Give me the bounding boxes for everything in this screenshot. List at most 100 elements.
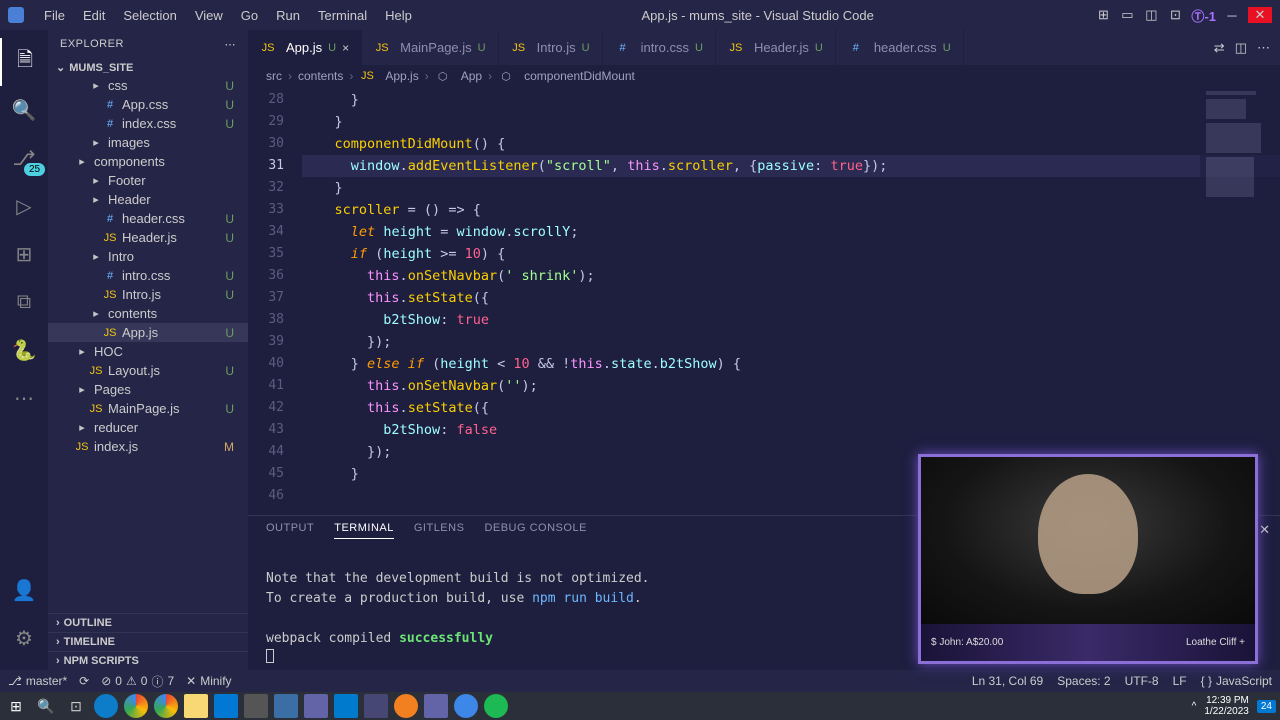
vscode-icon[interactable]: [334, 694, 358, 718]
menu-view[interactable]: View: [187, 4, 231, 27]
menu-help[interactable]: Help: [377, 4, 420, 27]
indentation[interactable]: Spaces: 2: [1057, 674, 1110, 688]
problems[interactable]: ⊘ 0 ⚠ 0 ⓘ 7: [101, 673, 174, 690]
layout-icon[interactable]: ⊡: [1167, 7, 1183, 23]
panel-close-icon[interactable]: ✕: [1259, 522, 1270, 538]
app-icon[interactable]: [274, 694, 298, 718]
twitch-icon[interactable]: Ⓣ-1: [1191, 6, 1216, 25]
menu-go[interactable]: Go: [233, 4, 266, 27]
more-icon[interactable]: ⋯: [1257, 40, 1270, 56]
notifications-icon[interactable]: 24: [1257, 700, 1276, 713]
start-icon[interactable]: ⊞: [4, 694, 28, 718]
tree-item[interactable]: ▸contents: [48, 304, 248, 323]
breadcrumb-item[interactable]: componentDidMount: [524, 69, 635, 83]
app-icon[interactable]: [244, 694, 268, 718]
section-outline[interactable]: › OUTLINE: [48, 613, 248, 632]
panel-tab-output[interactable]: OUTPUT: [266, 522, 314, 539]
more-icon[interactable]: ⋯: [0, 374, 48, 422]
tree-item[interactable]: #intro.cssU: [48, 266, 248, 285]
tree-item[interactable]: JSindex.jsM: [48, 437, 248, 456]
section-timeline[interactable]: › TIMELINE: [48, 632, 248, 651]
code-content[interactable]: } } componentDidMount() { window.addEven…: [302, 87, 1280, 515]
search-icon[interactable]: 🔍: [0, 86, 48, 134]
language-mode[interactable]: { } JavaScript: [1201, 674, 1272, 688]
breadcrumb[interactable]: src›contents›JSApp.js›⬡App›⬡componentDid…: [248, 65, 1280, 87]
source-control-icon[interactable]: ⎇25: [0, 134, 48, 182]
tree-item[interactable]: ▸reducer: [48, 418, 248, 437]
cursor-position[interactable]: Ln 31, Col 69: [972, 674, 1043, 688]
task-view-icon[interactable]: ⊡: [64, 694, 88, 718]
extensions-icon[interactable]: ⊞: [0, 230, 48, 278]
minimap[interactable]: [1200, 87, 1280, 515]
run-debug-icon[interactable]: ▷: [0, 182, 48, 230]
account-icon[interactable]: 👤: [0, 566, 48, 614]
tree-item[interactable]: JSHeader.jsU: [48, 228, 248, 247]
chrome-icon[interactable]: [124, 694, 148, 718]
minimize-icon[interactable]: ─: [1224, 7, 1240, 23]
teams-icon[interactable]: [424, 694, 448, 718]
settings-icon[interactable]: ⚙: [0, 614, 48, 662]
layout-icon[interactable]: ⊞: [1095, 7, 1111, 23]
tree-item[interactable]: JSMainPage.jsU: [48, 399, 248, 418]
menu-selection[interactable]: Selection: [115, 4, 184, 27]
tree-item[interactable]: ▸HOC: [48, 342, 248, 361]
tree-item[interactable]: ▸components: [48, 152, 248, 171]
chrome-icon[interactable]: [154, 694, 178, 718]
compare-icon[interactable]: ⇄: [1214, 40, 1225, 56]
breadcrumb-item[interactable]: src: [266, 69, 282, 83]
menu-terminal[interactable]: Terminal: [310, 4, 375, 27]
git-branch[interactable]: ⎇ master*: [8, 674, 67, 688]
tree-item[interactable]: ▸cssU: [48, 76, 248, 95]
editor-tab[interactable]: JSApp.jsU×: [248, 30, 362, 65]
tree-item[interactable]: #App.cssU: [48, 95, 248, 114]
breadcrumb-item[interactable]: App.js: [385, 69, 418, 83]
tree-item[interactable]: #index.cssU: [48, 114, 248, 133]
editor-tab[interactable]: JSMainPage.jsU: [362, 30, 499, 65]
close-icon[interactable]: ✕: [1248, 7, 1272, 23]
panel-tab-gitlens[interactable]: GITLENS: [414, 522, 465, 539]
menu-run[interactable]: Run: [268, 4, 308, 27]
app-icon[interactable]: [394, 694, 418, 718]
tree-item[interactable]: JSIntro.jsU: [48, 285, 248, 304]
remote-icon[interactable]: ⧉: [0, 278, 48, 326]
tree-item[interactable]: JSLayout.jsU: [48, 361, 248, 380]
app-icon[interactable]: [304, 694, 328, 718]
tree-item[interactable]: ▸images: [48, 133, 248, 152]
menu-edit[interactable]: Edit: [75, 4, 113, 27]
explorer-icon[interactable]: 🗎: [0, 38, 48, 86]
menu-file[interactable]: File: [36, 4, 73, 27]
tray-icon[interactable]: ^: [1192, 701, 1197, 712]
layout-icon[interactable]: ◫: [1143, 7, 1159, 23]
split-icon[interactable]: ◫: [1235, 40, 1247, 56]
code-editor[interactable]: 28293031323334353637383940414243444546 }…: [248, 87, 1280, 515]
breadcrumb-item[interactable]: contents: [298, 69, 343, 83]
editor-tab[interactable]: #header.cssU: [836, 30, 964, 65]
layout-icon[interactable]: ▭: [1119, 7, 1135, 23]
search-icon[interactable]: 🔍: [34, 694, 58, 718]
more-icon[interactable]: ⋯: [225, 38, 237, 51]
tree-item[interactable]: #header.cssU: [48, 209, 248, 228]
tree-item[interactable]: ▸Pages: [48, 380, 248, 399]
python-icon[interactable]: 🐍: [0, 326, 48, 374]
app-icon[interactable]: [454, 694, 478, 718]
close-icon[interactable]: ×: [342, 41, 349, 55]
eol[interactable]: LF: [1173, 674, 1187, 688]
editor-tab[interactable]: JSHeader.jsU: [716, 30, 836, 65]
sync-icon[interactable]: ⟳: [79, 674, 89, 688]
app-icon[interactable]: [364, 694, 388, 718]
panel-tab-terminal[interactable]: TERMINAL: [334, 522, 394, 539]
tree-item[interactable]: JSApp.jsU: [48, 323, 248, 342]
project-section[interactable]: ⌄ MUMS_SITE: [48, 59, 248, 76]
tree-item[interactable]: ▸Intro: [48, 247, 248, 266]
breadcrumb-item[interactable]: App: [461, 69, 482, 83]
editor-tab[interactable]: JSIntro.jsU: [499, 30, 603, 65]
encoding[interactable]: UTF-8: [1125, 674, 1159, 688]
section-npm-scripts[interactable]: › NPM SCRIPTS: [48, 651, 248, 670]
minify[interactable]: ✕ Minify: [186, 674, 231, 688]
editor-tab[interactable]: #intro.cssU: [603, 30, 716, 65]
explorer-icon[interactable]: [184, 694, 208, 718]
clock[interactable]: 12:39 PM 1/22/2023: [1204, 695, 1249, 717]
tree-item[interactable]: ▸Footer: [48, 171, 248, 190]
outlook-icon[interactable]: [214, 694, 238, 718]
edge-icon[interactable]: [94, 694, 118, 718]
